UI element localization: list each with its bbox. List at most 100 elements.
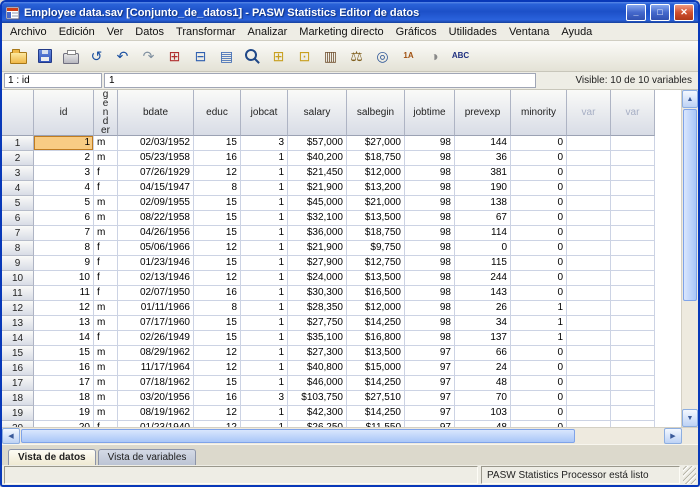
data-cell[interactable]: 1: [241, 316, 288, 331]
data-cell[interactable]: 98: [405, 181, 455, 196]
split-file-icon[interactable]: ▥: [318, 44, 343, 69]
data-cell[interactable]: 12: [194, 241, 241, 256]
data-cell[interactable]: m: [94, 136, 118, 151]
empty-cell[interactable]: [611, 241, 655, 256]
data-cell[interactable]: 1: [241, 256, 288, 271]
empty-cell[interactable]: [567, 301, 611, 316]
data-cell[interactable]: 02/03/1952: [118, 136, 194, 151]
data-cell[interactable]: $15,000: [347, 361, 405, 376]
insert-variable-icon[interactable]: ⊡: [292, 44, 317, 69]
data-cell[interactable]: 0: [511, 376, 567, 391]
maximize-button[interactable]: □: [650, 4, 670, 21]
data-cell[interactable]: 12: [194, 271, 241, 286]
vertical-scroll-track[interactable]: [682, 302, 698, 409]
spell-check-icon[interactable]: ABC: [448, 44, 473, 69]
row-header[interactable]: 6: [2, 211, 34, 226]
data-cell[interactable]: m: [94, 376, 118, 391]
data-cell[interactable]: 14: [34, 331, 94, 346]
empty-cell[interactable]: [611, 136, 655, 151]
data-cell[interactable]: f: [94, 331, 118, 346]
empty-cell[interactable]: [611, 151, 655, 166]
row-header[interactable]: 9: [2, 256, 34, 271]
data-cell[interactable]: 1: [241, 241, 288, 256]
empty-cell[interactable]: [611, 226, 655, 241]
data-cell[interactable]: $12,750: [347, 256, 405, 271]
data-cell[interactable]: 103: [455, 406, 511, 421]
data-cell[interactable]: 98: [405, 331, 455, 346]
empty-cell[interactable]: [611, 391, 655, 406]
column-header-prevexp[interactable]: prevexp: [455, 90, 511, 136]
variables-icon[interactable]: ▤: [214, 44, 239, 69]
data-cell[interactable]: 12: [194, 361, 241, 376]
data-cell[interactable]: 98: [405, 166, 455, 181]
column-header-var[interactable]: var: [567, 90, 611, 136]
data-cell[interactable]: 15: [194, 136, 241, 151]
close-button[interactable]: ✕: [674, 4, 694, 21]
menu-item-gr-ficos[interactable]: Gráficos: [390, 25, 443, 39]
empty-cell[interactable]: [567, 391, 611, 406]
empty-cell[interactable]: [567, 406, 611, 421]
data-cell[interactable]: $13,500: [347, 346, 405, 361]
row-header[interactable]: 4: [2, 181, 34, 196]
goto-variable-icon[interactable]: ⊟: [188, 44, 213, 69]
data-cell[interactable]: 98: [405, 271, 455, 286]
menu-item-archivo[interactable]: Archivo: [4, 25, 53, 39]
data-cell[interactable]: $13,200: [347, 181, 405, 196]
data-cell[interactable]: 98: [405, 151, 455, 166]
open-data-icon[interactable]: [6, 44, 31, 69]
data-cell[interactable]: 1: [241, 331, 288, 346]
data-cell[interactable]: 0: [511, 361, 567, 376]
data-cell[interactable]: f: [94, 166, 118, 181]
data-cell[interactable]: $13,500: [347, 211, 405, 226]
data-cell[interactable]: 98: [405, 196, 455, 211]
data-cell[interactable]: 15: [194, 226, 241, 241]
data-cell[interactable]: m: [94, 151, 118, 166]
data-cell[interactable]: 1: [241, 226, 288, 241]
data-cell[interactable]: 1: [241, 376, 288, 391]
data-cell[interactable]: $27,000: [347, 136, 405, 151]
data-cell[interactable]: 0: [511, 211, 567, 226]
empty-cell[interactable]: [567, 256, 611, 271]
data-cell[interactable]: $27,750: [288, 316, 347, 331]
column-header-gender[interactable]: gender: [94, 90, 118, 136]
empty-cell[interactable]: [611, 316, 655, 331]
empty-cell[interactable]: [567, 151, 611, 166]
empty-cell[interactable]: [567, 271, 611, 286]
data-cell[interactable]: 02/07/1950: [118, 286, 194, 301]
vertical-scroll-thumb[interactable]: [683, 109, 697, 301]
data-cell[interactable]: 98: [405, 286, 455, 301]
row-header[interactable]: 5: [2, 196, 34, 211]
data-cell[interactable]: 04/15/1947: [118, 181, 194, 196]
recall-dialogs-icon[interactable]: ↺: [84, 44, 109, 69]
column-header-minority[interactable]: minority: [511, 90, 567, 136]
data-cell[interactable]: $18,750: [347, 151, 405, 166]
row-header[interactable]: 15: [2, 346, 34, 361]
data-cell[interactable]: 1: [241, 406, 288, 421]
data-cell[interactable]: 0: [511, 136, 567, 151]
data-cell[interactable]: 8: [194, 301, 241, 316]
tab-vista-de-variables[interactable]: Vista de variables: [98, 449, 197, 465]
data-cell[interactable]: 98: [405, 241, 455, 256]
row-header[interactable]: 1: [2, 136, 34, 151]
data-cell[interactable]: 0: [511, 256, 567, 271]
data-cell[interactable]: 0: [455, 241, 511, 256]
data-cell[interactable]: $27,510: [347, 391, 405, 406]
data-cell[interactable]: 98: [405, 226, 455, 241]
data-cell[interactable]: 3: [34, 166, 94, 181]
data-cell[interactable]: m: [94, 211, 118, 226]
data-cell[interactable]: 05/23/1958: [118, 151, 194, 166]
data-cell[interactable]: 0: [511, 406, 567, 421]
data-cell[interactable]: $40,800: [288, 361, 347, 376]
data-cell[interactable]: 190: [455, 181, 511, 196]
row-header[interactable]: 16: [2, 361, 34, 376]
data-cell[interactable]: 0: [511, 151, 567, 166]
data-cell[interactable]: 01/11/1966: [118, 301, 194, 316]
empty-cell[interactable]: [567, 226, 611, 241]
empty-cell[interactable]: [567, 331, 611, 346]
data-cell[interactable]: 143: [455, 286, 511, 301]
data-cell[interactable]: 15: [194, 376, 241, 391]
data-cell[interactable]: 16: [34, 361, 94, 376]
data-cell[interactable]: 9: [34, 256, 94, 271]
row-header[interactable]: 14: [2, 331, 34, 346]
data-cell[interactable]: 26: [455, 301, 511, 316]
